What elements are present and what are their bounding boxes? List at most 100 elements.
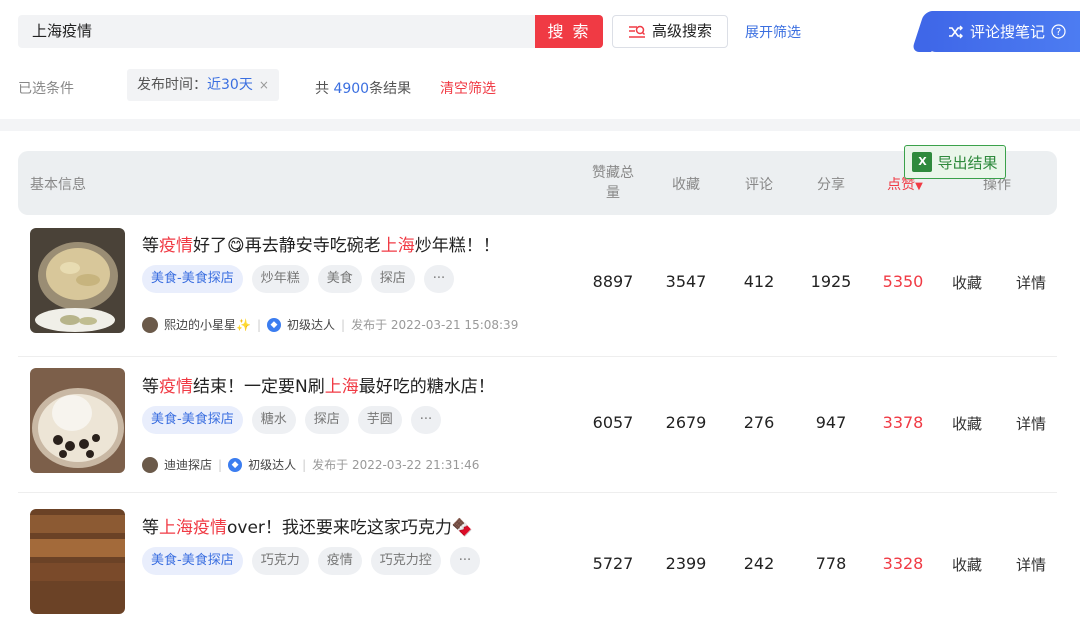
tag-category[interactable]: 美食-美食探店	[142, 547, 243, 575]
cell-favorites: 2679	[665, 413, 707, 432]
tag[interactable]: 探店	[304, 406, 349, 434]
cell-shares: 1925	[810, 272, 852, 291]
sort-desc-icon: ▼	[915, 181, 923, 192]
meta-divider: |	[256, 317, 261, 332]
tag[interactable]: 糖水	[251, 406, 296, 434]
cell-comments: 276	[743, 413, 775, 432]
header-shares[interactable]: 分享	[796, 174, 866, 194]
details-button[interactable]: 详情	[1016, 413, 1046, 434]
advanced-search-icon	[628, 25, 646, 38]
post-thumbnail[interactable]	[30, 509, 125, 614]
export-results-button[interactable]: X 导出结果	[904, 145, 1006, 179]
clear-filters-link[interactable]: 清空筛选	[440, 78, 496, 98]
more-tags-button[interactable]: ···	[449, 547, 481, 575]
title-highlight: 疫情	[159, 377, 193, 397]
cell-favorites: 2399	[665, 554, 707, 573]
result-count-prefix: 共	[315, 81, 329, 97]
more-tags-button[interactable]: ···	[423, 265, 455, 293]
details-button[interactable]: 详情	[1016, 554, 1046, 575]
header-likes-label: 点赞	[887, 177, 916, 193]
title-highlight: 疫情	[159, 236, 193, 256]
advanced-search-button[interactable]: 高级搜索	[612, 15, 728, 48]
title-part: 结束！一定要N刷	[193, 377, 325, 397]
tag[interactable]: 探店	[370, 265, 415, 293]
more-tags-button[interactable]: ···	[410, 406, 442, 434]
avatar[interactable]	[142, 316, 158, 333]
cell-likes: 5350	[882, 272, 924, 291]
tag-category[interactable]: 美食-美食探店	[142, 265, 243, 293]
filter-chip-publish-time[interactable]: 发布时间：近30天 ×	[127, 69, 279, 101]
cell-total: 8897	[592, 272, 634, 291]
post-thumbnail[interactable]	[30, 368, 125, 473]
header-favorites[interactable]: 收藏	[651, 174, 721, 194]
tag[interactable]: 炒年糕	[251, 265, 309, 293]
cell-shares: 778	[815, 554, 847, 573]
tag[interactable]: 巧克力	[251, 547, 309, 575]
shuffle-icon	[949, 25, 963, 38]
cell-likes: 3378	[882, 413, 924, 432]
header-total-line2: 量	[606, 185, 620, 201]
favorite-button[interactable]: 收藏	[952, 272, 982, 293]
post-title[interactable]: 等上海疫情over！我还要来吃这家巧克力🍫	[142, 513, 473, 538]
cell-favorites: 3547	[665, 272, 707, 291]
title-part: 等	[142, 377, 159, 397]
favorite-button[interactable]: 收藏	[952, 413, 982, 434]
favorite-button[interactable]: 收藏	[952, 554, 982, 575]
level-badge-icon: ◆	[267, 317, 281, 332]
cell-total: 6057	[592, 413, 634, 432]
title-part: 好了😋再去静安寺吃碗老	[193, 236, 381, 256]
title-part: over！我还要来吃这家巧克力🍫	[227, 518, 474, 538]
author-level: 初级达人	[287, 318, 336, 332]
title-part: 最好吃的糖水店！	[358, 377, 495, 397]
cell-comments: 412	[743, 272, 775, 291]
table-row[interactable]: 等疫情结束！一定要N刷上海最好吃的糖水店！ 美食-美食探店 糖水 探店 芋圆 ·…	[18, 352, 1057, 493]
filter-chip-value: 近30天	[207, 77, 253, 93]
meta-divider: |	[341, 317, 346, 332]
table-row[interactable]: 等疫情好了😋再去静安寺吃碗老上海炒年糕！！ 美食-美食探店 炒年糕 美食 探店 …	[18, 216, 1057, 357]
search-button[interactable]: 搜 索	[535, 15, 603, 48]
cell-likes: 3328	[882, 554, 924, 573]
table-header: 基本信息 赞藏总 量 收藏 评论 分享 点赞▼ 操作	[18, 151, 1057, 215]
comment-notes-button[interactable]: 评论搜笔记 ?	[926, 11, 1080, 52]
tag-category[interactable]: 美食-美食探店	[142, 406, 243, 434]
publish-time: 发布于 2022-03-22 21:31:46	[312, 458, 480, 472]
title-highlight: 上海	[324, 377, 359, 397]
cell-total: 5727	[592, 554, 634, 573]
search-input[interactable]	[18, 15, 535, 48]
publish-time: 发布于 2022-03-21 15:08:39	[351, 318, 519, 332]
post-meta: 熙边的小星星✨ | ◆ 初级达人 | 发布于 2022-03-21 15:08:…	[142, 316, 518, 333]
tag[interactable]: 巧克力控	[370, 547, 441, 575]
tag[interactable]: 芋圆	[357, 406, 402, 434]
post-thumbnail[interactable]	[30, 228, 125, 333]
author-name[interactable]: 迪迪探店	[164, 456, 212, 473]
title-highlight: 上海疫情	[159, 518, 227, 538]
tag-list: 美食-美食探店 巧克力 疫情 巧克力控 ···	[142, 547, 481, 575]
tag-list: 美食-美食探店 炒年糕 美食 探店 ···	[142, 265, 455, 293]
result-count-suffix: 条结果	[369, 81, 412, 97]
expand-filter-link[interactable]: 展开筛选	[745, 22, 801, 42]
result-count: 共 4900条结果	[315, 78, 411, 98]
header-total[interactable]: 赞藏总 量	[578, 163, 648, 203]
selected-conditions-label: 已选条件	[18, 81, 74, 97]
table-row[interactable]: 等上海疫情over！我还要来吃这家巧克力🍫 美食-美食探店 巧克力 疫情 巧克力…	[18, 493, 1057, 634]
post-title[interactable]: 等疫情结束！一定要N刷上海最好吃的糖水店！	[142, 372, 495, 397]
help-icon[interactable]: ?	[1051, 24, 1066, 39]
header-comments[interactable]: 评论	[724, 174, 794, 194]
tag[interactable]: 美食	[317, 265, 362, 293]
avatar[interactable]	[142, 456, 158, 473]
export-label: 导出结果	[937, 153, 998, 172]
post-title[interactable]: 等疫情好了😋再去静安寺吃碗老上海炒年糕！！	[142, 231, 500, 256]
cell-comments: 242	[743, 554, 775, 573]
post-meta: 迪迪探店 | ◆ 初级达人 | 发布于 2022-03-22 21:31:46	[142, 456, 479, 473]
svg-text:?: ?	[1056, 27, 1061, 38]
section-divider	[0, 119, 1080, 131]
comment-notes-label: 评论搜笔记	[970, 23, 1046, 41]
author-level: 初级达人	[248, 458, 297, 472]
title-highlight: 上海	[380, 236, 415, 256]
tag[interactable]: 疫情	[317, 547, 362, 575]
title-part: 炒年糕！！	[414, 236, 500, 256]
author-name[interactable]: 熙边的小星星✨	[164, 316, 251, 333]
details-button[interactable]: 详情	[1016, 272, 1046, 293]
close-icon[interactable]: ×	[259, 78, 269, 92]
advanced-search-label: 高级搜索	[651, 22, 712, 40]
